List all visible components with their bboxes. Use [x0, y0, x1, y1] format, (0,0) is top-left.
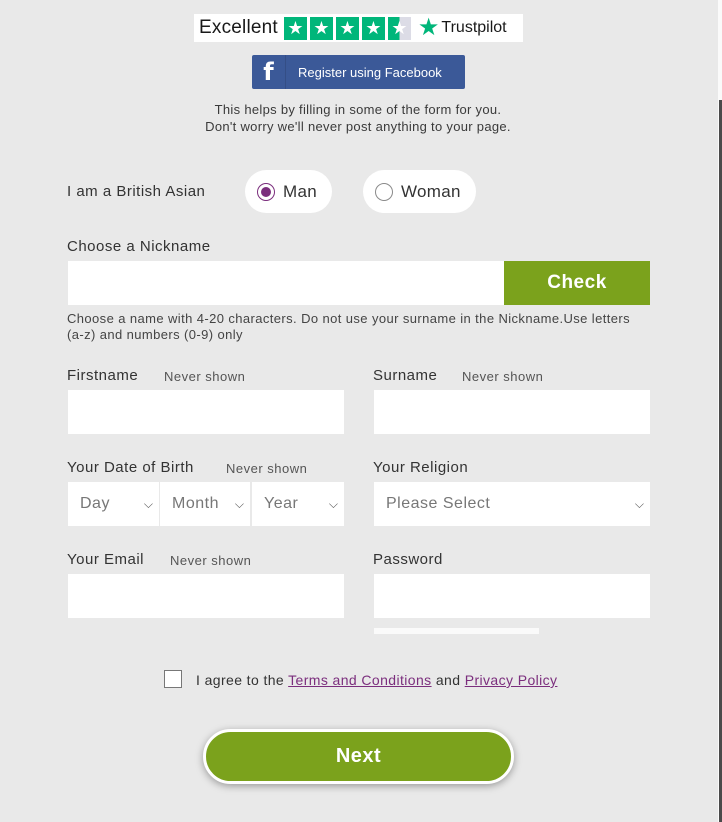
religion-select[interactable]: Please Select ⌵	[374, 482, 650, 526]
religion-label: Your Religion	[373, 459, 469, 476]
nickname-help-text: Choose a name with 4-20 characters. Do n…	[67, 311, 630, 342]
password-label: Password	[373, 551, 443, 568]
gender-label: I am a British Asian	[67, 183, 206, 200]
register-facebook-button[interactable]: f Register using Facebook	[252, 55, 465, 89]
email-hint: Never shown	[170, 553, 252, 568]
trustpilot-star-icon: ★	[417, 14, 440, 41]
password-input[interactable]	[374, 574, 650, 618]
privacy-link[interactable]: Privacy Policy	[465, 672, 558, 688]
chevron-down-icon: ⌵	[234, 496, 244, 511]
religion-value: Please Select	[386, 495, 491, 512]
star-icon: ★	[335, 16, 359, 40]
dob-month-select[interactable]: Month ⌵	[160, 482, 250, 526]
gender-option-label: Woman	[401, 181, 461, 201]
agree-checkbox[interactable]	[164, 670, 182, 688]
surname-label: Surname	[373, 367, 438, 384]
facebook-note-line1: This helps by filling in some of the for…	[214, 102, 502, 117]
chevron-down-icon: ⌵	[328, 496, 338, 511]
nickname-input[interactable]	[68, 261, 504, 305]
star-icon: ★	[361, 16, 385, 40]
surname-input[interactable]	[374, 390, 650, 434]
facebook-note-line2: Don't worry we'll never post anything to…	[205, 119, 511, 134]
radio-unchecked-icon[interactable]	[375, 182, 393, 201]
dob-year-value: Year	[264, 495, 299, 512]
trustpilot-logo: ★ Trustpilot	[418, 16, 507, 40]
firstname-hint: Never shown	[164, 369, 246, 384]
radio-checked-icon[interactable]	[257, 182, 275, 201]
dob-label: Your Date of Birth	[67, 459, 194, 476]
email-input[interactable]	[68, 574, 344, 618]
dob-day-value: Day	[80, 495, 110, 512]
email-label: Your Email	[67, 551, 144, 568]
trustpilot-widget[interactable]: Excellent ★ ★ ★ ★ ★ ★ Trustpilot	[194, 14, 523, 42]
agree-prefix: I agree to the	[196, 672, 285, 688]
star-icon: ★	[283, 16, 307, 40]
chevron-down-icon: ⌵	[634, 496, 644, 511]
firstname-label: Firstname	[67, 367, 139, 384]
gender-option-man[interactable]: Man	[245, 170, 332, 213]
dob-month-value: Month	[172, 495, 219, 512]
facebook-button-label: Register using Facebook	[298, 64, 442, 80]
check-nickname-button[interactable]: Check	[504, 261, 650, 305]
chevron-down-icon: ⌵	[143, 496, 153, 511]
gender-option-woman[interactable]: Woman	[363, 170, 476, 213]
dob-hint: Never shown	[226, 461, 308, 476]
surname-hint: Never shown	[462, 369, 544, 384]
password-strength-bar	[374, 628, 539, 634]
dob-day-select[interactable]: Day ⌵	[68, 482, 159, 526]
firstname-input[interactable]	[68, 390, 344, 434]
terms-link[interactable]: Terms and Conditions	[288, 672, 431, 688]
facebook-note: This helps by filling in some of the for…	[100, 101, 616, 135]
dob-year-select[interactable]: Year ⌵	[252, 482, 344, 526]
star-icon: ★	[309, 16, 333, 40]
nickname-label: Choose a Nickname	[67, 238, 211, 255]
trustpilot-stars: ★ ★ ★ ★ ★	[283, 16, 411, 40]
trustpilot-brand: Trustpilot	[441, 19, 507, 36]
agree-text: I agree to the Terms and Conditions and …	[196, 672, 557, 688]
trustpilot-rating-word: Excellent	[199, 17, 278, 38]
gender-option-label: Man	[283, 181, 317, 201]
agree-middle: and	[435, 672, 461, 688]
facebook-icon: f	[252, 55, 286, 89]
next-button[interactable]: Next	[203, 729, 514, 784]
half-star-icon: ★	[387, 16, 411, 40]
